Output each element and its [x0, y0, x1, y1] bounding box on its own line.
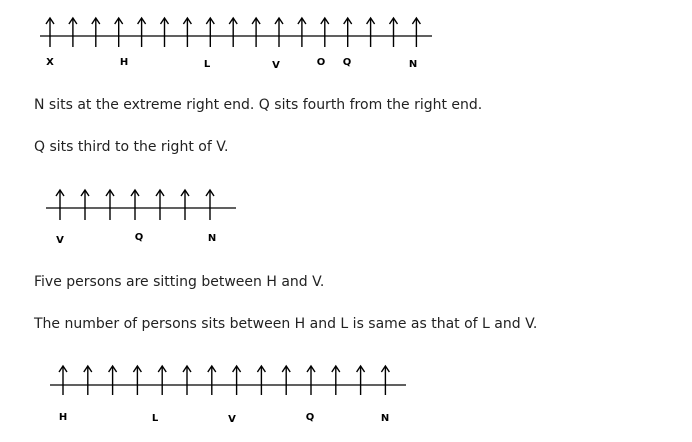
up-arrow-icon: [207, 364, 217, 395]
up-arrow-icon: [256, 364, 266, 395]
up-arrow-icon: [157, 364, 167, 395]
up-arrow-icon: [380, 364, 390, 395]
person-label: H: [59, 412, 67, 423]
up-arrow-icon: [182, 364, 192, 395]
seating-arrangement-diagram-3: H L V Q N: [50, 364, 406, 425]
up-arrow-icon: [232, 364, 242, 395]
person-label: Q: [306, 412, 315, 423]
up-arrow-icon: [281, 364, 291, 395]
person-label: V: [228, 414, 236, 425]
up-arrow-icon: [306, 364, 316, 395]
up-arrow-icon: [58, 364, 68, 395]
up-arrow-icon: [356, 364, 366, 395]
up-arrow-icon: [83, 364, 93, 395]
person-label: N: [381, 413, 389, 424]
up-arrow-icon: [331, 364, 341, 395]
up-arrow-icon: [108, 364, 118, 395]
person-label: L: [152, 413, 159, 424]
up-arrow-icon: [132, 364, 142, 395]
